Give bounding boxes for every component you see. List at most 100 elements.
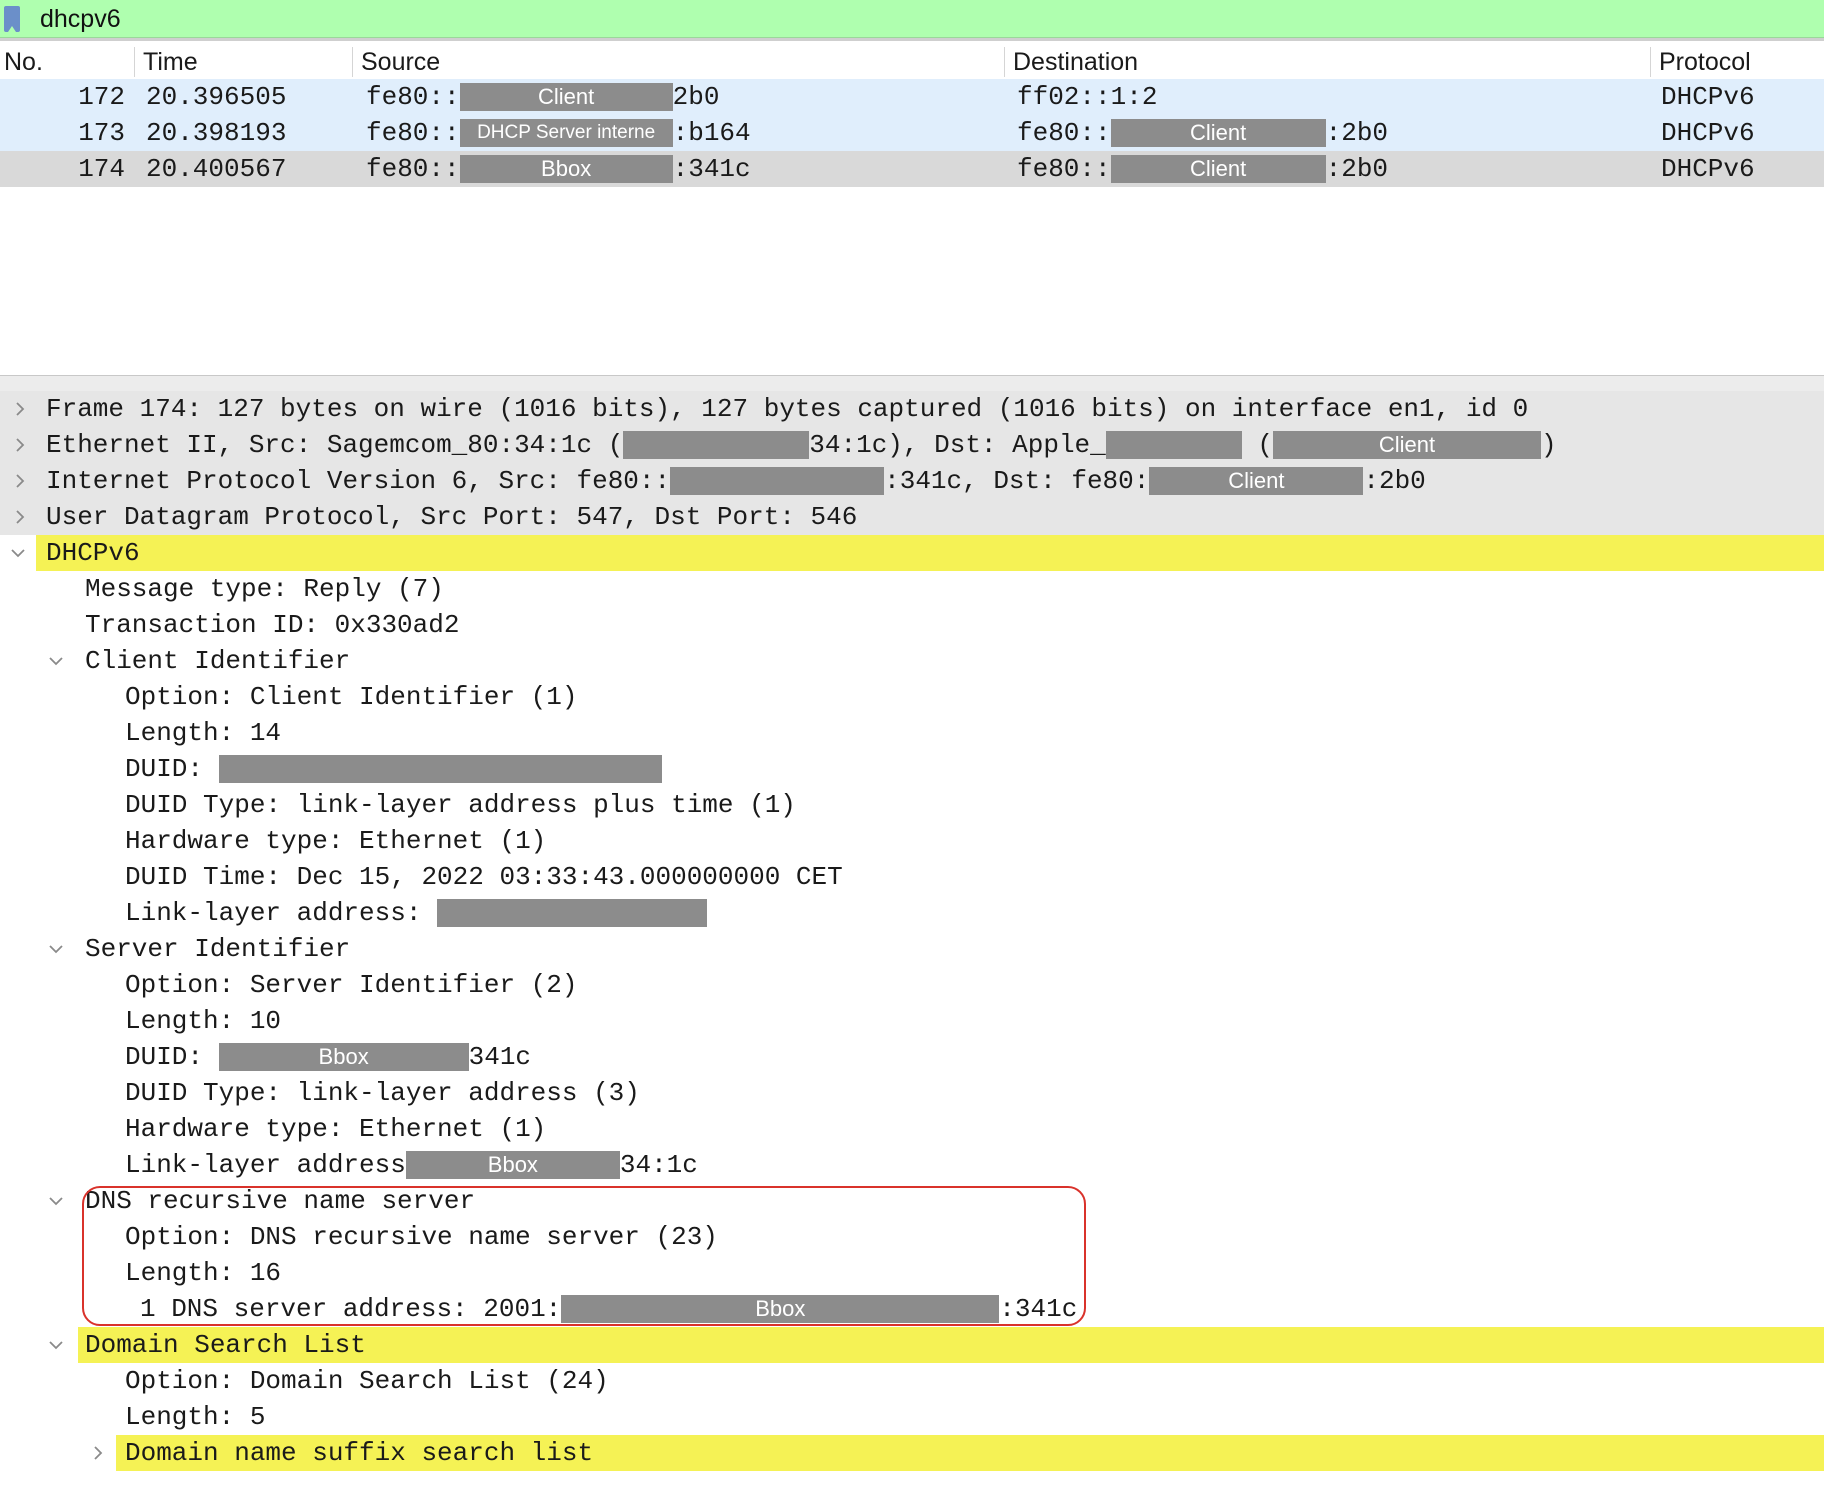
tree-item-ipv6[interactable]: Internet Protocol Version 6, Src: fe80::… [0, 463, 1824, 499]
column-header-source[interactable]: Source [352, 47, 1004, 77]
udp-summary: User Datagram Protocol, Src Port: 547, D… [46, 502, 858, 532]
redacted-duid: Bbox [218, 1043, 469, 1071]
tree-item-length[interactable]: Length: 14 [0, 715, 1824, 751]
tree-item-link-layer[interactable]: Link-layer address Bbox 34:1c [0, 1147, 1824, 1183]
packet-list-header: No. Time Source Destination Protocol [0, 45, 1824, 79]
redacted-address [437, 899, 708, 927]
tree-item-hardware-type[interactable]: Hardware type: Ethernet (1) [0, 1111, 1824, 1147]
frame-summary: Frame 174: 127 bytes on wire (1016 bits)… [46, 394, 1529, 424]
packet-no: 174 [78, 154, 125, 184]
tree-item-option[interactable]: Option: Domain Search List (24) [0, 1363, 1824, 1399]
redacted-address [670, 467, 885, 495]
tree-item-duid-type[interactable]: DUID Type: link-layer address plus time … [0, 787, 1824, 823]
redacted-address: Bbox [405, 1151, 620, 1179]
chevron-down-icon[interactable] [48, 1337, 64, 1353]
chevron-right-icon[interactable] [12, 473, 28, 489]
chevron-down-icon[interactable] [48, 653, 64, 669]
server-identifier-title: Server Identifier [85, 934, 351, 964]
tree-item-message-type[interactable]: Message type: Reply (7) [0, 571, 1824, 607]
highlight-bar [36, 535, 1824, 571]
ipv6-summary: Internet Protocol Version 6, Src: fe80::… [46, 466, 1426, 496]
tree-item-duid-type[interactable]: DUID Type: link-layer address (3) [0, 1075, 1824, 1111]
chevron-right-icon[interactable] [12, 437, 28, 453]
message-type: Message type: Reply (7) [85, 574, 444, 604]
tree-item-domain-search-list[interactable]: Domain Search List [0, 1327, 1824, 1363]
pane-splitter-handle[interactable] [0, 376, 1824, 392]
chevron-down-icon[interactable] [48, 941, 64, 957]
redacted-address [623, 431, 810, 459]
redacted-address: Client [1149, 467, 1364, 495]
tree-item-link-layer[interactable]: Link-layer address: [0, 895, 1824, 931]
packet-destination: fe80:: Client:2b0 [1017, 118, 1389, 148]
transaction-id: Transaction ID: 0x330ad2 [85, 610, 460, 640]
packet-list: No. Time Source Destination Protocol 172… [0, 45, 1824, 375]
domain-suffix-list: Domain name suffix search list [125, 1438, 594, 1468]
redacted-address: Client [1110, 119, 1326, 147]
server-option: Option: Server Identifier (2) [125, 970, 578, 1000]
chevron-down-icon[interactable] [10, 545, 26, 561]
chevron-down-icon[interactable] [48, 1193, 64, 1209]
column-header-time[interactable]: Time [134, 47, 352, 77]
server-link-layer: Link-layer address Bbox 34:1c [125, 1150, 698, 1180]
tree-item-duid[interactable]: DUID: [0, 751, 1824, 787]
redacted-address [1105, 431, 1242, 459]
chevron-right-icon[interactable] [12, 509, 28, 525]
packet-destination: ff02::1:2 [1017, 82, 1158, 112]
domain-search-length: Length: 5 [125, 1402, 266, 1432]
tree-item-ethernet[interactable]: Ethernet II, Src: Sagemcom_80:34:1c (34:… [0, 427, 1824, 463]
redacted-address: Bbox [459, 155, 673, 183]
server-length: Length: 10 [125, 1006, 282, 1036]
domain-search-option: Option: Domain Search List (24) [125, 1366, 609, 1396]
server-hardware-type: Hardware type: Ethernet (1) [125, 1114, 547, 1144]
tree-item-transaction-id[interactable]: Transaction ID: 0x330ad2 [0, 607, 1824, 643]
server-duid-type: DUID Type: link-layer address (3) [125, 1078, 640, 1108]
packet-row[interactable]: 172 20.396505 fe80:: Client 2b0 ff02::1:2 … [0, 79, 1824, 115]
packet-time: 20.396505 [146, 82, 287, 112]
redacted-address: Client [1110, 155, 1326, 183]
tree-item-domain-suffix-list[interactable]: Domain name suffix search list [0, 1435, 1824, 1471]
packet-row-selected[interactable]: 174 20.400567 fe80:: Bbox:341c fe80:: Clie… [0, 151, 1824, 187]
client-identifier-title: Client Identifier [85, 646, 351, 676]
domain-search-title: Domain Search List [85, 1330, 366, 1360]
packet-source: fe80:: Client 2b0 [366, 82, 720, 112]
packet-source: fe80:: Bbox:341c [366, 154, 751, 184]
packet-row[interactable]: 173 20.398193 fe80:: DHCP Server interne:… [0, 115, 1824, 151]
client-link-layer: Link-layer address: [125, 895, 708, 931]
tree-item-udp[interactable]: User Datagram Protocol, Src Port: 547, D… [0, 499, 1824, 535]
column-header-protocol[interactable]: Protocol [1650, 47, 1824, 77]
tree-item-hardware-type[interactable]: Hardware type: Ethernet (1) [0, 823, 1824, 859]
packet-destination: fe80:: Client:2b0 [1017, 154, 1389, 184]
server-duid: DUID: Bbox 341c [125, 1042, 532, 1072]
client-option: Option: Client Identifier (1) [125, 682, 578, 712]
bookmark-icon[interactable] [4, 6, 20, 32]
tree-item-option[interactable]: Option: Server Identifier (2) [0, 967, 1824, 1003]
tree-item-frame[interactable]: Frame 174: 127 bytes on wire (1016 bits)… [0, 391, 1824, 427]
tree-item-duid-time[interactable]: DUID Time: Dec 15, 2022 03:33:43.0000000… [0, 859, 1824, 895]
tree-item-length[interactable]: Length: 5 [0, 1399, 1824, 1435]
chevron-right-icon[interactable] [12, 401, 28, 417]
packet-no: 172 [78, 82, 125, 112]
column-header-destination[interactable]: Destination [1004, 47, 1650, 77]
packet-protocol: DHCPv6 [1661, 154, 1755, 184]
packet-protocol: DHCPv6 [1661, 82, 1755, 112]
column-header-no[interactable]: No. [4, 47, 134, 77]
packet-protocol: DHCPv6 [1661, 118, 1755, 148]
redacted-duid [218, 755, 662, 783]
tree-item-client-identifier[interactable]: Client Identifier [0, 643, 1824, 679]
tree-item-duid[interactable]: DUID: Bbox 341c [0, 1039, 1824, 1075]
display-filter-input[interactable] [40, 2, 1810, 36]
packet-no: 173 [78, 118, 125, 148]
tree-item-dhcpv6[interactable]: DHCPv6 [0, 535, 1824, 571]
client-duid-type: DUID Type: link-layer address plus time … [125, 790, 796, 820]
tree-item-server-identifier[interactable]: Server Identifier [0, 931, 1824, 967]
client-duid: DUID: [125, 751, 662, 787]
ethernet-summary: Ethernet II, Src: Sagemcom_80:34:1c (34:… [46, 430, 1557, 460]
packet-source: fe80:: DHCP Server interne:b164 [366, 118, 751, 148]
dhcpv6-title: DHCPv6 [46, 538, 140, 568]
display-filter-bar [0, 0, 1824, 38]
tree-item-option[interactable]: Option: Client Identifier (1) [0, 679, 1824, 715]
redacted-address: DHCP Server interne [459, 119, 673, 147]
tree-item-length[interactable]: Length: 10 [0, 1003, 1824, 1039]
dns-callout-box [82, 1186, 1086, 1326]
chevron-right-icon[interactable] [90, 1445, 106, 1461]
